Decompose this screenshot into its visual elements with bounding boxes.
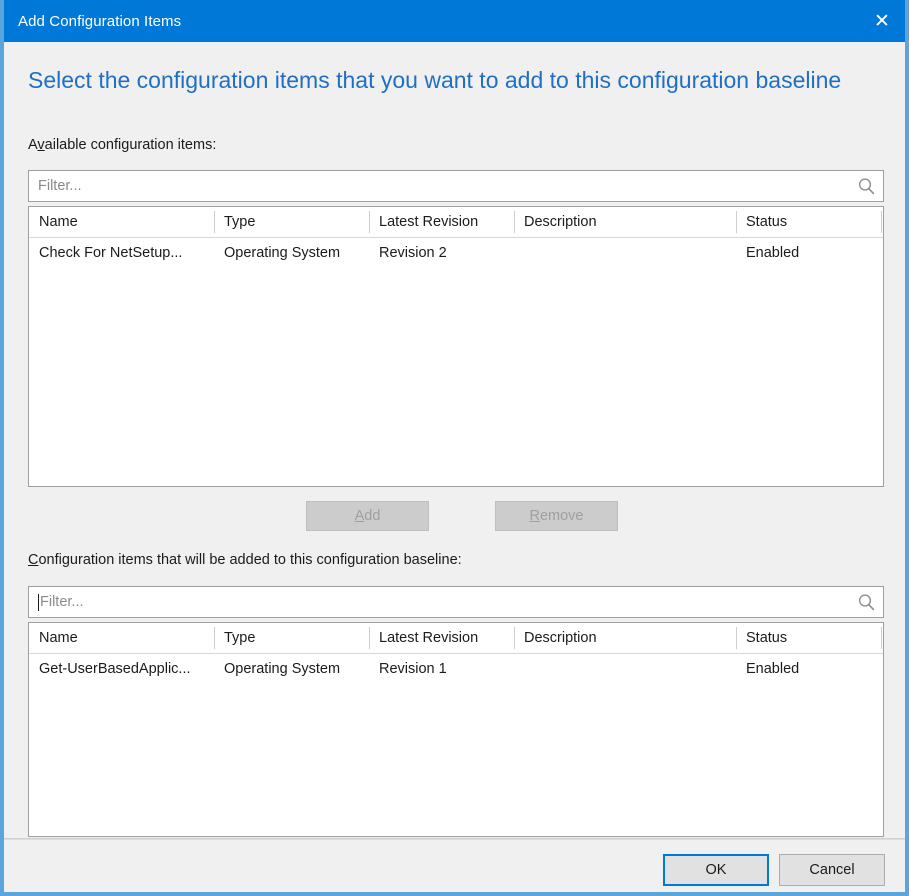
cell-latest-revision: Revision 1 (379, 661, 447, 677)
cell-type: Operating System (224, 245, 341, 261)
close-icon[interactable]: ✕ (859, 0, 905, 42)
available-filter-placeholder: Filter... (38, 178, 82, 194)
cell-description (514, 238, 736, 268)
column-header-description[interactable]: Description (514, 207, 736, 237)
available-filter-input[interactable]: Filter... (28, 170, 884, 202)
cell-name: Check For NetSetup... (39, 245, 183, 261)
available-items-label: Available configuration items: (28, 137, 217, 153)
column-divider-5[interactable] (881, 211, 882, 233)
cell-status: Enabled (746, 661, 800, 677)
selected-filter-input[interactable]: Filter... (28, 586, 884, 618)
column-header-description[interactable]: Description (514, 623, 736, 653)
window-title: Add Configuration Items (18, 12, 182, 30)
table-row[interactable]: Get-UserBasedApplic... Operating System … (29, 654, 883, 684)
column-header-name[interactable]: Name (29, 207, 214, 237)
search-icon[interactable] (849, 177, 883, 196)
column-header-status[interactable]: Status (736, 207, 881, 237)
column-header-type[interactable]: Type (214, 623, 369, 653)
table-row[interactable]: Check For NetSetup... Operating System R… (29, 238, 883, 268)
column-header-status[interactable]: Status (736, 623, 881, 653)
cancel-button[interactable]: Cancel (779, 854, 885, 886)
search-icon[interactable] (849, 593, 883, 612)
selected-filter-placeholder: Filter... (40, 594, 84, 610)
remove-button[interactable]: Remove (495, 501, 618, 531)
selected-items-label: Configuration items that will be added t… (28, 552, 462, 568)
title-bar: Add Configuration Items ✕ (4, 0, 905, 42)
dialog-body: Select the configuration items that you … (4, 42, 905, 892)
cell-latest-revision: Revision 2 (379, 245, 447, 261)
available-items-header-row: Name Type Latest Revision Description St… (29, 207, 883, 238)
cell-name: Get-UserBasedApplic... (39, 661, 191, 677)
column-header-latest-revision[interactable]: Latest Revision (369, 207, 514, 237)
page-title: Select the configuration items that you … (28, 67, 842, 93)
available-items-listview[interactable]: Name Type Latest Revision Description St… (28, 206, 884, 487)
selected-items-listview[interactable]: Name Type Latest Revision Description St… (28, 622, 884, 837)
add-configuration-items-dialog: Add Configuration Items ✕ Select the con… (0, 0, 909, 896)
cell-description (514, 654, 736, 684)
column-header-latest-revision[interactable]: Latest Revision (369, 623, 514, 653)
column-header-type[interactable]: Type (214, 207, 369, 237)
footer-separator (4, 838, 905, 840)
column-header-name[interactable]: Name (29, 623, 214, 653)
add-button[interactable]: Add (306, 501, 429, 531)
cell-status: Enabled (746, 245, 800, 261)
selected-items-header-row: Name Type Latest Revision Description St… (29, 623, 883, 654)
column-divider-5[interactable] (881, 627, 882, 649)
cell-type: Operating System (224, 661, 341, 677)
ok-button[interactable]: OK (663, 854, 769, 886)
